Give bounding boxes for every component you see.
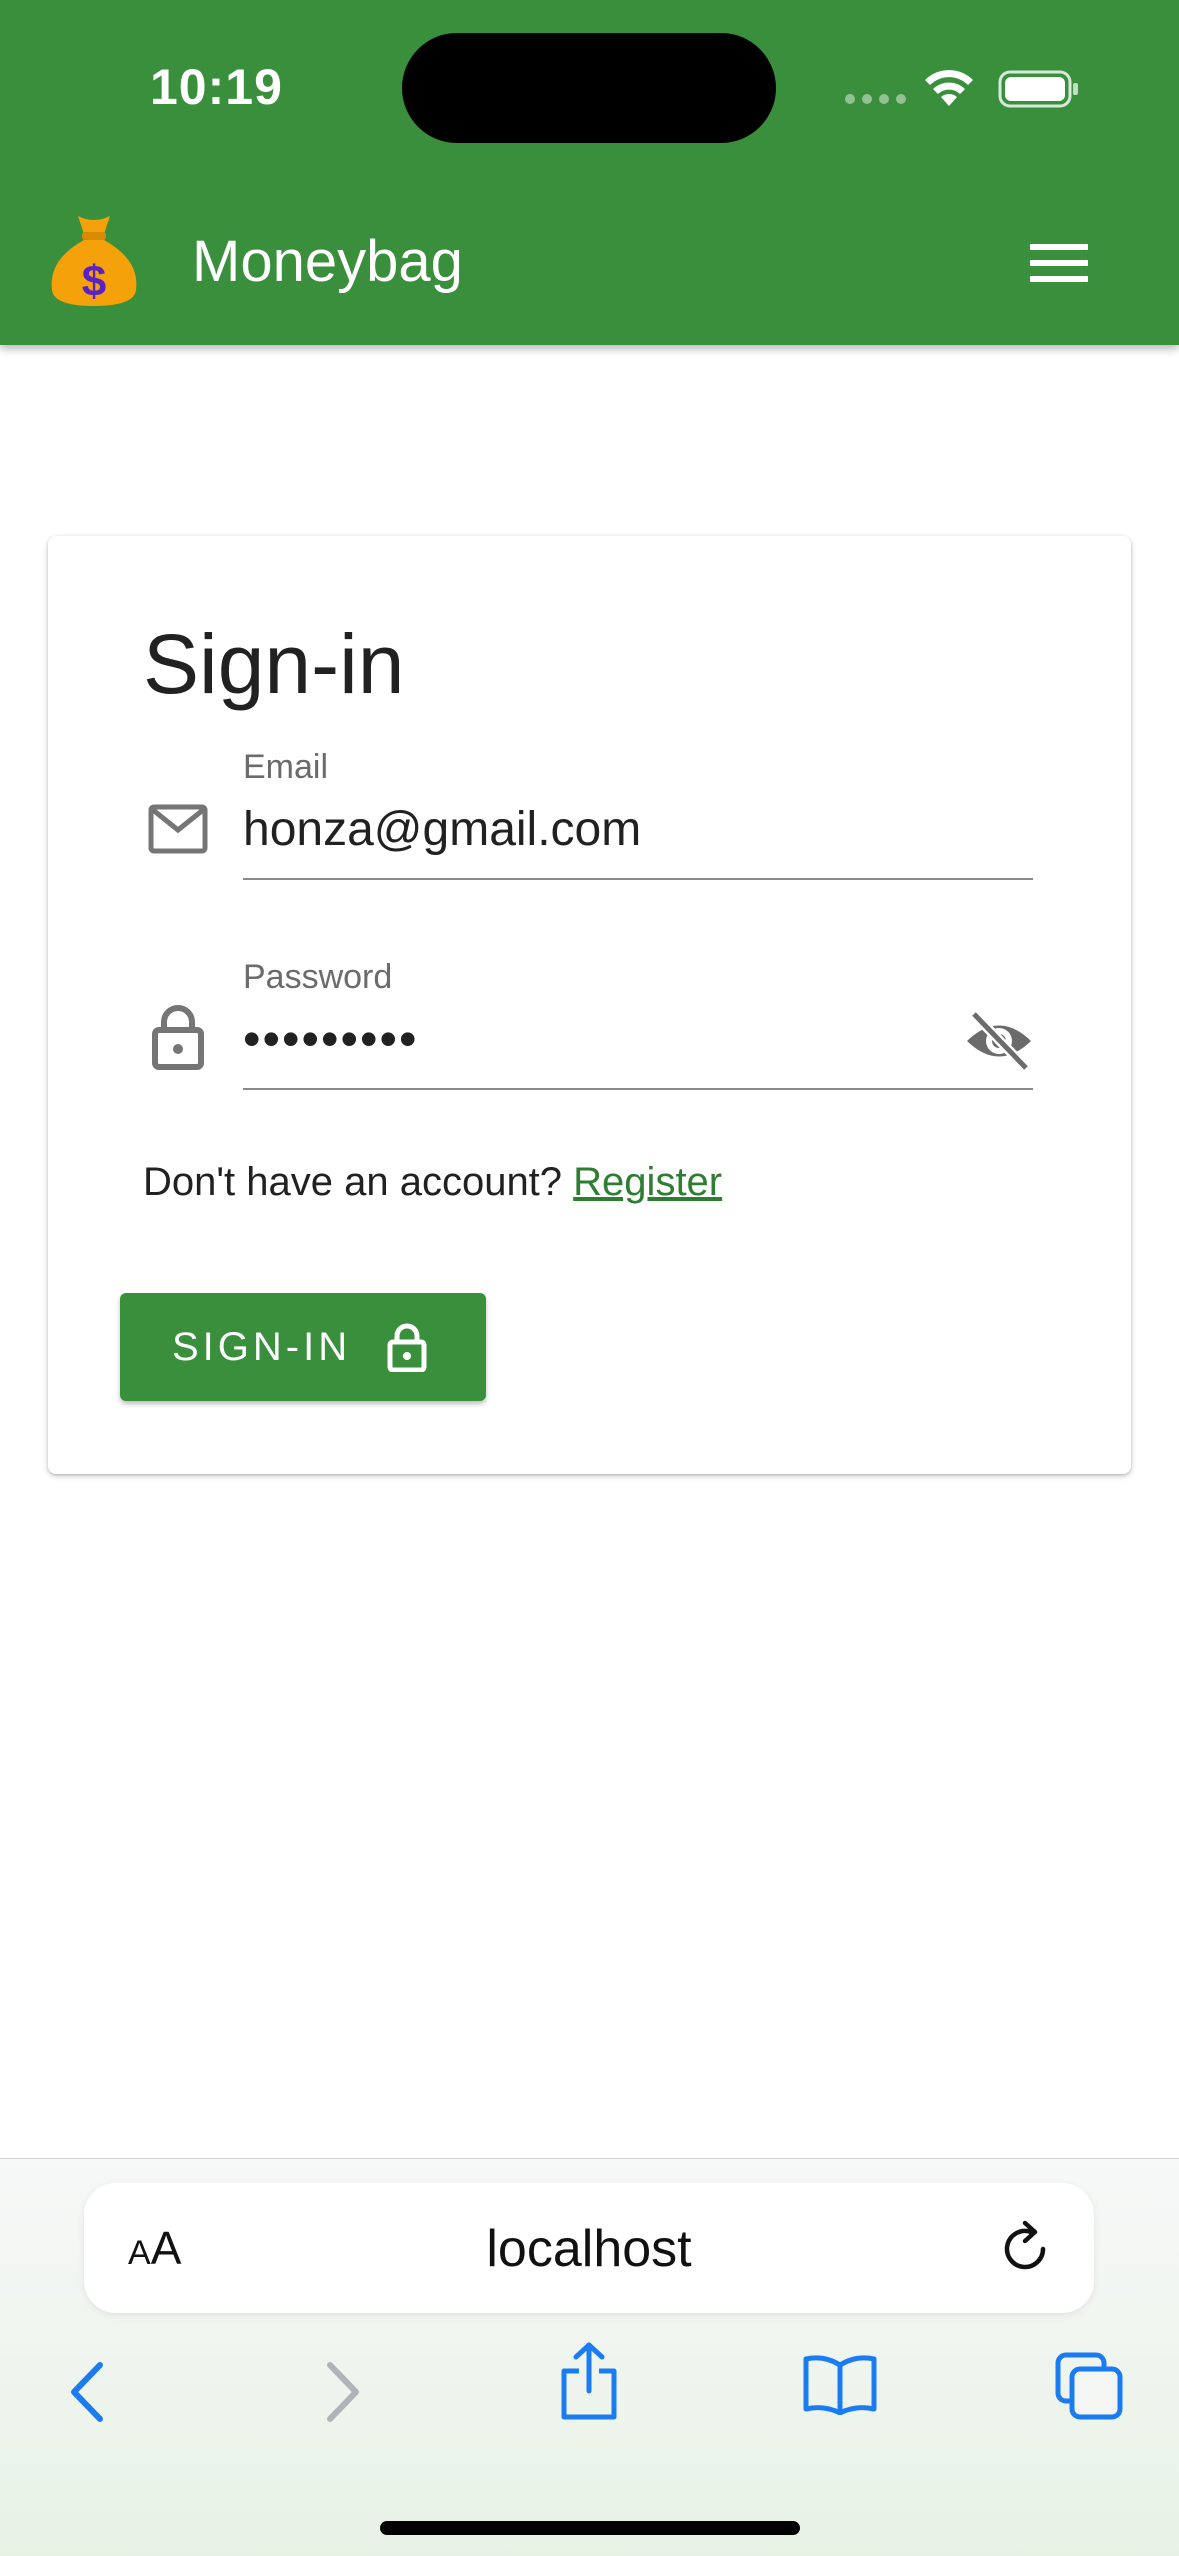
lock-icon [387,1323,427,1372]
eye-off-icon[interactable] [964,1010,1034,1072]
email-underline [243,878,1033,880]
browser-nav-row [0,2339,1179,2459]
email-field[interactable]: honza@gmail.com [243,802,641,857]
register-link[interactable]: Register [573,1160,722,1204]
mail-icon [148,804,208,854]
email-label: Email [243,748,329,786]
cellular-signal-icon [845,94,906,104]
app-bar: 10:19 $ Moneybag [0,0,1179,345]
status-time: 10:19 [150,59,283,115]
share-icon[interactable] [558,2341,620,2421]
lock-icon [152,1005,204,1070]
tabs-icon[interactable] [1054,2351,1124,2421]
svg-text:$: $ [82,257,106,306]
wifi-icon [925,70,973,106]
back-icon[interactable] [66,2359,110,2425]
bookmarks-icon[interactable] [802,2353,878,2415]
reload-icon[interactable] [999,2219,1055,2279]
dynamic-island [402,33,776,143]
password-label: Password [243,958,393,996]
password-underline [243,1088,1033,1090]
signin-card: Sign-in Email honza@gmail.com Password •… [48,536,1131,1474]
battery-icon [998,70,1078,108]
signin-button[interactable]: SIGN-IN [120,1293,486,1401]
browser-toolbar: AA localhost [0,2158,1179,2556]
home-indicator [380,2521,800,2535]
address-bar[interactable]: AA localhost [84,2183,1094,2313]
url-text[interactable]: localhost [84,2219,1094,2279]
register-prompt-text: Don't have an account? [143,1160,563,1204]
money-bag-icon: $ [51,216,137,306]
card-title: Sign-in [143,617,405,711]
register-prompt: Don't have an account? Register [143,1160,722,1205]
hamburger-menu-icon[interactable] [1022,238,1096,288]
app-title: Moneybag [192,229,463,294]
password-field[interactable]: ••••••••• [243,1010,419,1068]
forward-icon[interactable] [320,2359,364,2425]
signin-button-label: SIGN-IN [172,1324,352,1369]
